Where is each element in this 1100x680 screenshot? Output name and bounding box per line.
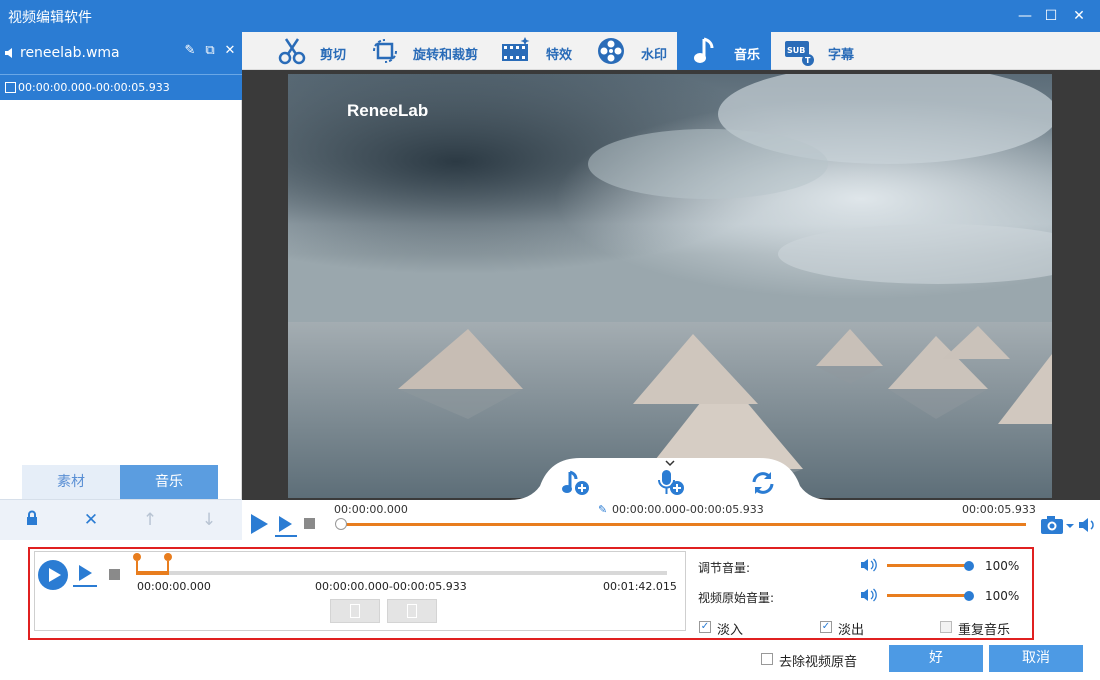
repeat-music-checkbox[interactable] [940,621,952,633]
music-stop-icon[interactable] [109,569,120,580]
tab-watermark-label: 水印 [641,48,668,63]
original-volume-slider-knob[interactable] [964,591,974,601]
audio-file-item[interactable]: reneelab.wma ✎ ⧉ ✕ [0,32,242,74]
video-preview-area: ReneeLab [242,70,1100,500]
tab-effects[interactable]: 特效 [500,32,580,70]
clip-edit-icon [5,82,16,93]
fade-out-label: 淡出 [838,623,865,638]
music-end-time: 00:01:42.015 [603,580,677,593]
set-end-icon [407,604,417,618]
delete-icon[interactable]: ✕ [81,510,101,530]
music-range: 00:00:00.000-00:00:05.933 [315,580,467,593]
minimize-button[interactable]: — [1012,4,1038,28]
tab-music[interactable]: 音乐 [120,465,218,499]
fade-in-label: 淡入 [717,623,744,638]
fade-in-checkbox[interactable]: ✓ [699,621,711,633]
music-icon [694,37,714,63]
watermark-text: ReneeLab [347,101,429,120]
music-start-marker[interactable] [131,551,143,577]
refresh-music-icon[interactable] [748,468,778,498]
music-end-marker[interactable] [162,551,174,577]
fade-out-checkbox[interactable]: ✓ [820,621,832,633]
tab-subtitle-label: 字幕 [828,48,855,63]
remove-original-audio-label: 去除视频原音 [779,655,858,670]
maximize-button[interactable]: ☐ [1038,4,1064,28]
add-recording-icon[interactable] [654,460,686,498]
title-bar: 视频编辑软件 — ☐ ✕ [0,0,1100,32]
repeat-music-label: 重复音乐 [958,623,1011,638]
volume-label: 调节音量: [698,561,751,575]
left-panel-actions: ✕ ↑ ↓ [0,499,242,540]
set-start-icon [350,604,360,618]
lock-icon[interactable] [22,510,42,530]
preview-timeline: 00:00:00.000 ✎ 00:00:00.000-00:00:05.933… [242,500,1100,540]
cancel-button[interactable]: 取消 [989,645,1083,672]
original-volume-slider[interactable] [887,594,969,597]
set-end-button[interactable] [387,599,437,623]
tab-effects-label: 特效 [546,48,573,63]
rename-icon[interactable]: ✎ [182,43,198,61]
timeline-range: 00:00:00.000-00:00:05.933 [612,503,764,516]
timeline-edit-icon: ✎ [598,503,608,516]
music-settings-panel: 00:00:00.000 00:00:00.000-00:00:05.933 0… [28,547,1034,640]
window-title: 视频编辑软件 [8,10,92,26]
tab-watermark[interactable]: 水印 [595,32,673,70]
left-panel: reneelab.wma ✎ ⧉ ✕ 00:00:00.000-00:00:05… [0,32,242,540]
music-play-segment-icon[interactable] [71,562,97,588]
volume-value: 100% [985,559,1020,573]
svg-text:SUB: SUB [787,46,805,55]
edit-toolbar: 剪切 旋转和裁剪 特效 水印 音乐 SUB T 字幕 [242,32,1100,70]
add-music-icon[interactable] [560,466,592,498]
speaker-icon [5,48,12,58]
remove-icon[interactable]: ✕ [222,43,238,61]
original-volume-label: 视频原始音量: [698,591,775,605]
tab-material[interactable]: 素材 [22,465,120,499]
play-segment-icon[interactable] [274,514,298,538]
play-icon[interactable] [248,512,270,536]
tab-music-active[interactable]: 音乐 [677,32,771,70]
stop-icon[interactable] [304,518,315,529]
svg-text:T: T [805,56,811,65]
clip-range-text: 00:00:00.000-00:00:05.933 [18,81,170,94]
tab-cut-label: 剪切 [320,48,347,63]
music-trim-panel: 00:00:00.000 00:00:00.000-00:00:05.933 0… [34,551,686,631]
move-up-icon[interactable]: ↑ [140,510,160,530]
tab-rotate-crop-label: 旋转和裁剪 [413,48,479,63]
close-button[interactable]: ✕ [1066,4,1092,28]
volume-icon[interactable] [1078,516,1098,534]
remove-original-audio-checkbox[interactable] [761,653,773,665]
music-start-time: 00:00:00.000 [137,580,211,593]
tab-cut[interactable]: 剪切 [276,32,356,70]
set-start-button[interactable] [330,599,380,623]
video-frame: ReneeLab [288,74,1052,498]
snapshot-icon[interactable] [1040,514,1074,536]
timeline-start: 00:00:00.000 [334,503,408,516]
original-volume-icon [861,588,877,602]
tab-rotate-crop[interactable]: 旋转和裁剪 [369,32,483,70]
watermark-icon [598,38,624,64]
music-track[interactable] [137,571,667,575]
duplicate-icon[interactable]: ⧉ [202,43,218,61]
volume-slider[interactable] [887,564,969,567]
rotate-crop-icon [373,39,397,63]
audio-file-name: reneelab.wma [20,45,120,61]
music-volume-icon [861,558,877,572]
move-down-icon[interactable]: ↓ [199,510,219,530]
timeline-playhead[interactable] [335,518,347,530]
clip-range-item[interactable]: 00:00:00.000-00:00:05.933 [0,74,242,100]
video-scene-image [288,74,1052,498]
original-volume-value: 100% [985,589,1020,603]
effects-icon [502,37,530,61]
subtitle-icon: SUB T [785,41,814,66]
ok-button[interactable]: 好 [889,645,983,672]
timeline-progress-bar[interactable] [340,523,1026,526]
left-panel-tabs: 素材 音乐 [22,465,218,499]
volume-slider-knob[interactable] [964,561,974,571]
tab-music-label: 音乐 [734,48,761,63]
scissors-icon [278,38,306,65]
tab-subtitle[interactable]: SUB T 字幕 [783,32,863,70]
music-play-icon[interactable] [37,559,69,591]
timeline-end: 00:00:05.933 [962,503,1036,516]
